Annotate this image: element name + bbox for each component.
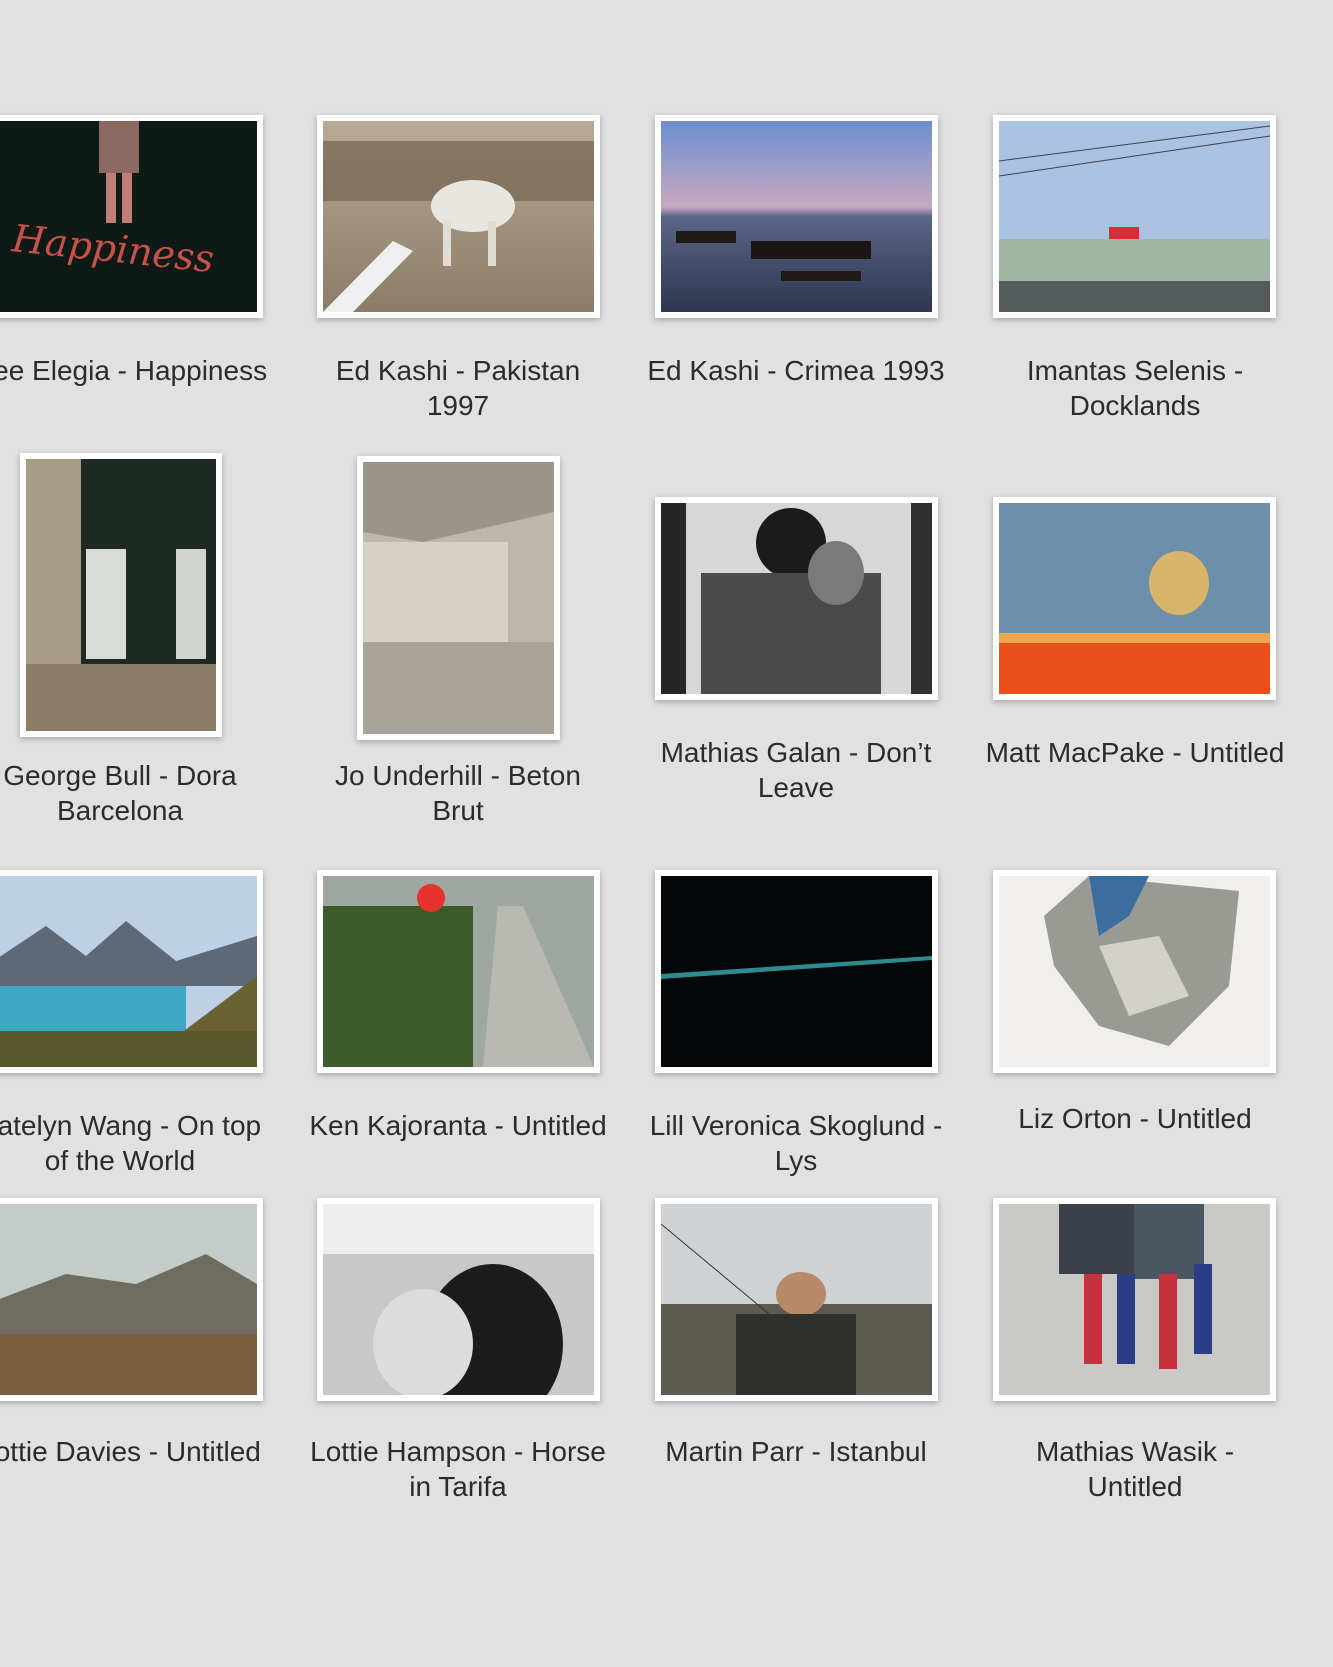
- gallery-item-photo[interactable]: [0, 870, 263, 1073]
- gallery-item-photo[interactable]: [317, 1198, 600, 1401]
- gallery-item-caption[interactable]: Martin Parr - Istanbul: [646, 1434, 946, 1469]
- gallery-item-photo[interactable]: [993, 497, 1276, 700]
- gallery-item-caption[interactable]: Mathias Galan - Don’t Leave: [646, 735, 946, 805]
- sea-dusk-photo: [661, 121, 932, 312]
- gallery-item-caption[interactable]: Katelyn Wang - On top of the World: [0, 1108, 270, 1178]
- gallery-item-caption[interactable]: Jo Underhill - Beton Brut: [308, 758, 608, 828]
- woman-happiness-street-photo: Happiness: [0, 121, 257, 312]
- gallery-item-caption[interactable]: Dee Elegia - Happiness: [0, 353, 270, 388]
- gallery-item-caption[interactable]: Lottie Hampson - Horse in Tarifa: [308, 1434, 608, 1504]
- gallery-item-caption[interactable]: Liz Orton - Untitled: [985, 1101, 1285, 1136]
- bus-window-photo: [999, 503, 1270, 694]
- gallery-item-photo[interactable]: [655, 115, 938, 318]
- gallery-item-caption[interactable]: Matt MacPake - Untitled: [985, 735, 1285, 770]
- highland-landscape-photo: [0, 1204, 257, 1395]
- gallery-item-photo[interactable]: [0, 1198, 263, 1401]
- light-streak-photo: [661, 876, 932, 1067]
- horse-crowd-photo: [323, 121, 594, 312]
- crumpled-print-photo: [999, 876, 1270, 1067]
- gallery-item-photo[interactable]: [357, 456, 560, 740]
- storefront-photo: [26, 459, 216, 731]
- gallery-item-photo[interactable]: [993, 1198, 1276, 1401]
- gallery-item-photo[interactable]: [993, 115, 1276, 318]
- embrace-bw-photo: [661, 503, 932, 694]
- gallery-item-photo[interactable]: Happiness: [0, 115, 263, 318]
- gallery-item-caption[interactable]: Ken Kajoranta - Untitled: [308, 1108, 608, 1143]
- gallery-item-caption[interactable]: George Bull - Dora Barcelona: [0, 758, 270, 828]
- gallery-item-photo[interactable]: [655, 870, 938, 1073]
- gallery-item-caption[interactable]: Imantas Selenis - Docklands: [985, 353, 1285, 423]
- gallery-item-caption[interactable]: Lottie Davies - Untitled: [0, 1434, 270, 1469]
- gallery-item-photo[interactable]: [655, 497, 938, 700]
- gallery-item-caption[interactable]: Mathias Wasik - Untitled: [985, 1434, 1285, 1504]
- fisherman-photo: [661, 1204, 932, 1395]
- red-balloon-path-photo: [323, 876, 594, 1067]
- horse-bw-photo: [323, 1204, 594, 1395]
- gallery-item-caption[interactable]: Ed Kashi - Crimea 1993: [646, 353, 946, 388]
- docklands-road-photo: [999, 121, 1270, 312]
- gallery-item-photo[interactable]: [317, 870, 600, 1073]
- concrete-architecture-photo: [363, 462, 554, 734]
- gallery-item-photo[interactable]: [655, 1198, 938, 1401]
- gallery-item-photo[interactable]: [993, 870, 1276, 1073]
- gallery-item-caption[interactable]: Lill Veronica Skoglund - Lys: [646, 1108, 946, 1178]
- mountain-lake-photo: [0, 876, 257, 1067]
- gallery-item-caption[interactable]: Ed Kashi - Pakistan 1997: [308, 353, 608, 423]
- gallery-item-photo[interactable]: [20, 453, 222, 737]
- gallery-item-photo[interactable]: [317, 115, 600, 318]
- flag-leggings-photo: [999, 1204, 1270, 1395]
